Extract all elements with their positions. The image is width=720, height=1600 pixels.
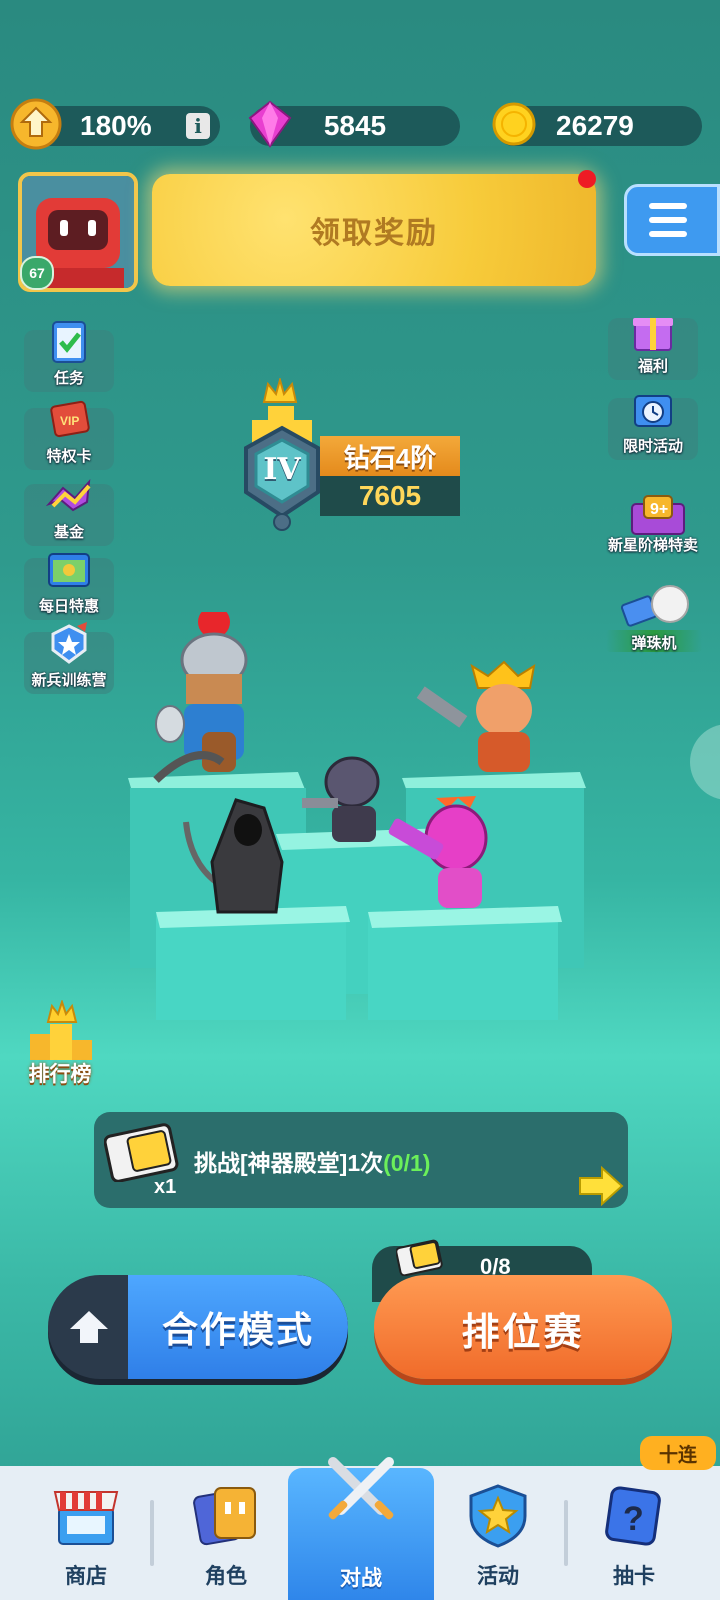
coop-mode-button[interactable]: 合作模式: [48, 1275, 348, 1379]
ten-pull-badge: 十连: [640, 1436, 716, 1470]
nav-character-label: 角色: [205, 1565, 247, 1588]
notification-dot: [578, 170, 596, 188]
star-shield-icon: [469, 1484, 527, 1548]
rank-tier-symbol: IV: [263, 452, 301, 487]
nav-shop-label: 商店: [65, 1565, 107, 1588]
challenge-panel[interactable]: x1 挑战[神器殿堂]1次(0/1): [94, 1112, 628, 1208]
fund-label: 基金: [53, 524, 84, 541]
character-cards-icon: [193, 1487, 256, 1546]
ladder-sale-label: 新星阶梯特卖: [607, 537, 698, 554]
task-button[interactable]: 任务: [24, 321, 114, 392]
claim-reward-button[interactable]: 领取奖励: [152, 174, 596, 286]
vip-card-label: 特权卡: [46, 448, 92, 465]
fund-icon: [45, 478, 91, 512]
vip-card-button[interactable]: VIP 特权卡: [24, 400, 114, 470]
welfare-button[interactable]: 福利: [608, 318, 698, 380]
nav-events[interactable]: 活动: [428, 1466, 568, 1600]
task-clipboard-icon: [52, 321, 86, 363]
limited-event-button[interactable]: 限时活动: [608, 395, 698, 460]
welfare-label: 福利: [637, 358, 668, 375]
nav-gacha-label: 抽卡: [613, 1565, 655, 1588]
nav-shop[interactable]: 商店: [16, 1466, 156, 1600]
mystery-card-icon: ?: [605, 1486, 661, 1546]
coins-value: 26279: [556, 110, 634, 141]
nav-battle-label: 对战: [340, 1567, 382, 1590]
nav-divider: [150, 1500, 154, 1566]
leaderboard-icon[interactable]: [26, 1000, 96, 1064]
challenge-description: 挑战[神器殿堂]1次: [194, 1150, 384, 1176]
svg-text:?: ?: [623, 1500, 644, 1538]
gems-value: 5845: [323, 110, 387, 141]
character-stage: [128, 612, 586, 1020]
daily-deal-icon: [48, 553, 90, 587]
claim-reward-label: 领取奖励: [310, 217, 438, 250]
crossed-swords-icon: [328, 1457, 394, 1520]
vip-card-icon: VIP: [50, 400, 90, 438]
recruit-camp-button[interactable]: 新兵训练营: [24, 622, 114, 694]
masked-hero-character[interactable]: [302, 756, 380, 842]
rank-name: 钻石4阶: [320, 436, 460, 476]
nav-battle[interactable]: 对战: [288, 1457, 434, 1600]
shop-icon: [53, 1491, 119, 1545]
recruit-camp-label: 新兵训练营: [31, 672, 107, 689]
daily-deal-label: 每日特惠: [38, 598, 99, 615]
recruit-camp-icon: [51, 622, 87, 664]
level-ratio-value: 180%: [80, 110, 152, 141]
pinball-label: 弹珠机: [631, 635, 677, 652]
svg-text:VIP: VIP: [60, 414, 79, 428]
main-menu-button[interactable]: [624, 184, 720, 256]
gem-icon: [248, 100, 292, 148]
nav-character[interactable]: 角色: [156, 1466, 296, 1600]
side-edge-button[interactable]: [690, 724, 720, 800]
svg-text:9+: 9+: [650, 501, 668, 518]
daily-deal-button[interactable]: 每日特惠: [24, 553, 114, 620]
fund-button[interactable]: 基金: [24, 478, 114, 546]
player-level-badge: 67: [20, 256, 54, 290]
expand-up-icon: [70, 1311, 108, 1343]
info-icon[interactable]: i: [186, 113, 210, 139]
challenge-text: 挑战[神器殿堂]1次(0/1): [194, 1144, 430, 1178]
level-up-icon: [10, 98, 62, 150]
ranked-ticket-icon: [396, 1239, 443, 1276]
arrow-right-icon[interactable]: [578, 1166, 624, 1206]
nav-gacha[interactable]: ? 抽卡: [564, 1466, 704, 1600]
king-character[interactable]: [416, 660, 536, 772]
ticket-icon: [104, 1123, 179, 1182]
ticket-count: x1: [154, 1176, 177, 1198]
limited-event-label: 限时活动: [622, 438, 683, 455]
ranked-match-label: 排位赛: [461, 1312, 585, 1354]
challenge-progress: (0/1): [383, 1150, 431, 1176]
knight-character[interactable]: [155, 612, 248, 772]
coin-icon: [492, 102, 536, 146]
ladder-sale-icon[interactable]: 9+: [626, 492, 690, 538]
leaderboard-label: 排行榜: [28, 1063, 92, 1086]
pinball-icon[interactable]: [620, 582, 696, 632]
crown-icon: [262, 378, 298, 403]
coop-mode-label: 合作模式: [161, 1309, 314, 1350]
rank-points: 7605: [320, 476, 460, 516]
nav-events-label: 活动: [477, 1565, 519, 1588]
task-label: 任务: [53, 370, 84, 387]
player-level: 67: [29, 265, 45, 281]
gift-box-icon: [633, 318, 673, 351]
limited-event-icon: [634, 395, 672, 427]
ranked-match-button[interactable]: 排位赛: [374, 1275, 672, 1379]
